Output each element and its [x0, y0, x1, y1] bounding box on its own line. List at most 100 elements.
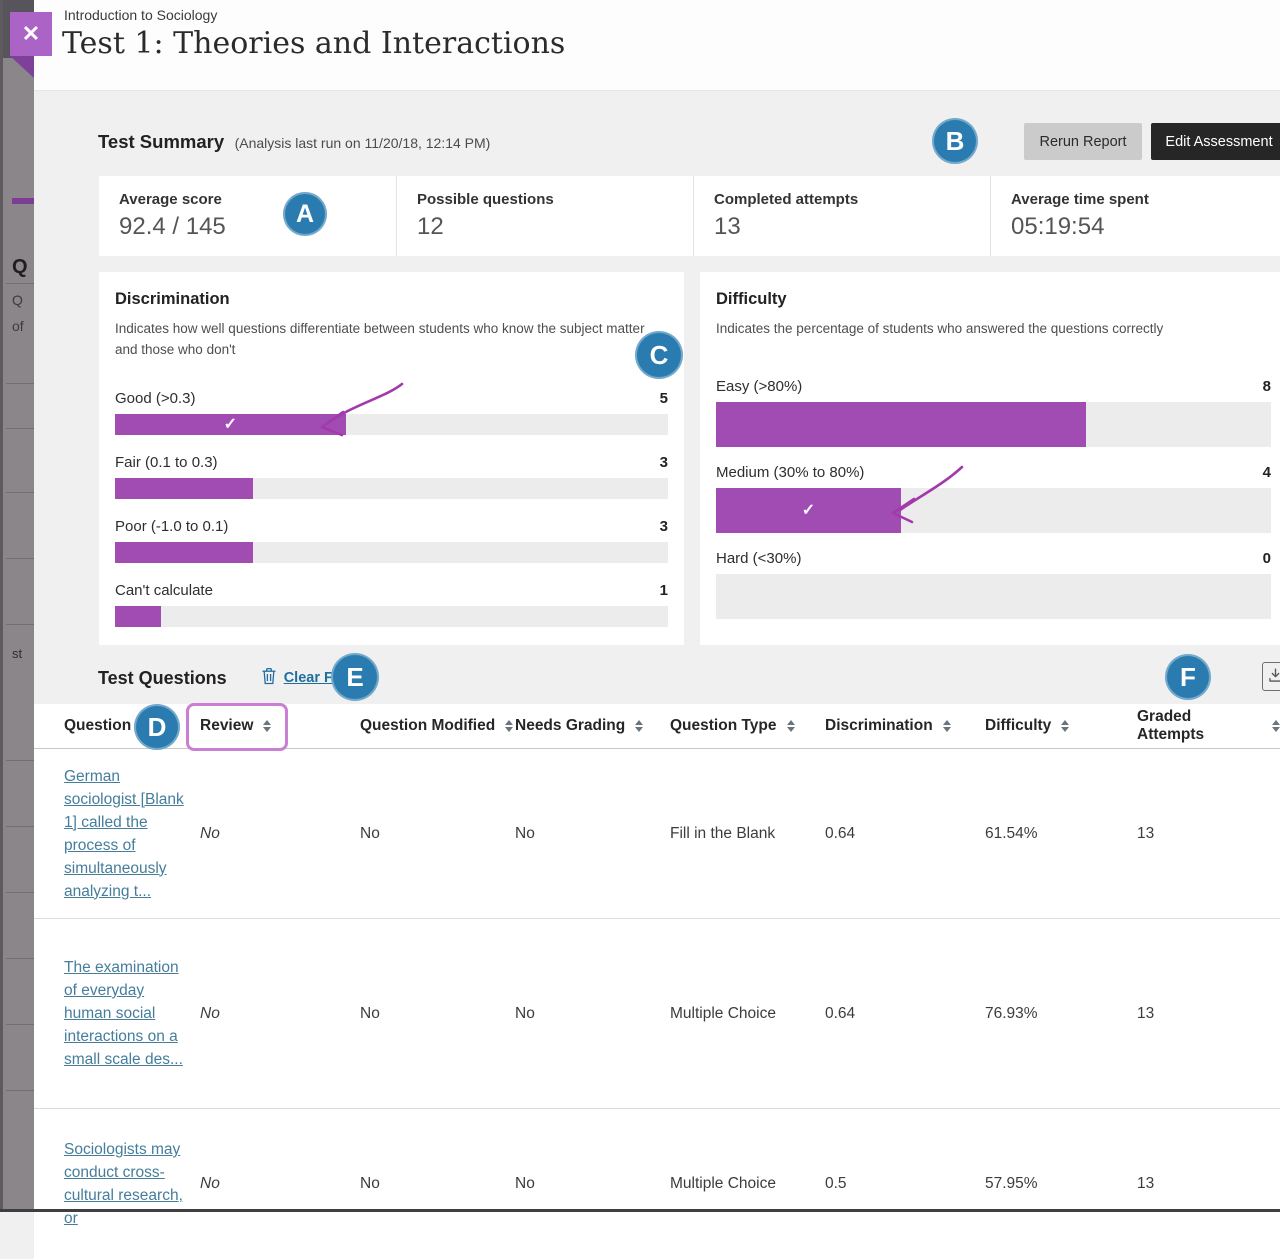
background-divider — [6, 826, 34, 827]
background-text-fragment: Q — [12, 292, 23, 308]
column-header-discrimination[interactable]: Discrimination — [825, 717, 985, 735]
bar-fill — [115, 606, 161, 627]
background-text-fragment: Q — [12, 256, 28, 279]
bar-good: Good (>0.3) 5 ✓ — [115, 390, 668, 435]
bar-count: 4 — [1263, 464, 1271, 481]
bar-label: Poor (-1.0 to 0.1) — [115, 518, 228, 535]
background-divider — [6, 624, 34, 625]
question-link[interactable]: The examination of everyday human social… — [64, 959, 183, 1068]
course-label: Introduction to Sociology — [64, 7, 217, 23]
stat-value: 92.4 / 145 — [119, 213, 396, 241]
sort-icon — [1061, 720, 1069, 732]
stat-value: 12 — [417, 213, 693, 241]
question-type-value: Multiple Choice — [670, 1005, 825, 1023]
bar-fair: Fair (0.1 to 0.3) 3 — [115, 454, 668, 499]
column-header-difficulty[interactable]: Difficulty — [985, 717, 1137, 735]
sort-icon — [505, 720, 513, 732]
stat-average-score: Average score 92.4 / 145 — [99, 176, 396, 256]
question-modified-value: No — [360, 1175, 515, 1193]
close-button[interactable]: ✕ — [10, 12, 52, 56]
question-type-value: Multiple Choice — [670, 1175, 825, 1193]
background-page-overlay: Q Q of st — [0, 0, 34, 1212]
background-divider — [6, 892, 34, 893]
test-summary-heading: Test Summary (Analysis last run on 11/20… — [98, 131, 490, 153]
background-text-fragment: st — [12, 646, 22, 661]
table-row: German sociologist [Blank 1] called the … — [34, 749, 1280, 919]
question-type-value: Fill in the Blank — [670, 825, 825, 843]
review-value: No — [200, 1175, 360, 1193]
review-value: No — [200, 825, 360, 843]
table-row: Sociologists may conduct cross-cultural … — [34, 1109, 1280, 1259]
bar-count: 3 — [660, 454, 668, 471]
download-report-button[interactable] — [1262, 662, 1280, 691]
bar-fill: ✓ — [115, 414, 346, 435]
bar-fill — [115, 478, 253, 499]
discrimination-value: 0.5 — [825, 1175, 985, 1193]
bar-track: ✓ — [716, 488, 1271, 533]
table-header-row: Question Review Question Modified Needs … — [34, 704, 1280, 749]
difficulty-title: Difficulty — [716, 290, 1271, 309]
sort-icon — [943, 720, 951, 732]
bar-count: 3 — [660, 518, 668, 535]
sort-icon — [1272, 720, 1280, 732]
sort-icon — [263, 720, 271, 732]
question-modified-value: No — [360, 825, 515, 843]
stat-label: Average time spent — [1011, 191, 1280, 208]
background-divider — [6, 492, 34, 493]
sort-icon — [787, 720, 795, 732]
column-header-needs-grading[interactable]: Needs Grading — [515, 717, 670, 735]
stat-label: Average score — [119, 191, 396, 208]
check-icon: ✓ — [802, 500, 815, 520]
annotation-badge-d: D — [134, 704, 180, 750]
table-row: The examination of everyday human social… — [34, 919, 1280, 1109]
bar-cant-calculate: Can't calculate 1 — [115, 582, 668, 627]
bar-fill — [716, 402, 1086, 447]
stat-value: 13 — [714, 213, 990, 241]
bar-label: Hard (<30%) — [716, 550, 801, 567]
annotation-badge-f: F — [1165, 654, 1211, 700]
annotation-badge-c: C — [635, 331, 683, 379]
background-divider — [6, 1024, 34, 1025]
stat-label: Completed attempts — [714, 191, 990, 208]
background-accent-bar — [12, 198, 34, 204]
page-title: Test 1: Theories and Interactions — [62, 26, 565, 61]
bar-hard: Hard (<30%) 0 — [716, 550, 1271, 619]
annotation-badge-e: E — [331, 653, 379, 701]
bar-count: 8 — [1263, 378, 1271, 395]
annotation-badge-b: B — [932, 118, 978, 164]
bar-count: 1 — [660, 582, 668, 599]
bar-label: Medium (30% to 80%) — [716, 464, 864, 481]
column-header-question-type[interactable]: Question Type — [670, 717, 825, 735]
bar-track: ✓ — [115, 414, 668, 435]
column-header-graded-attempts[interactable]: Graded Attempts — [1137, 708, 1280, 744]
edit-assessment-button[interactable]: Edit Assessment — [1151, 123, 1280, 160]
discrimination-value: 0.64 — [825, 1005, 985, 1023]
test-questions-heading: Test Questions — [98, 668, 227, 689]
bar-label: Can't calculate — [115, 582, 213, 599]
difficulty-card: Difficulty Indicates the percentage of s… — [700, 272, 1280, 645]
bar-fill: ✓ — [716, 488, 901, 533]
question-link[interactable]: Sociologists may conduct cross-cultural … — [64, 1141, 183, 1227]
stat-possible-questions: Possible questions 12 — [396, 176, 693, 256]
needs-grading-value: No — [515, 1005, 670, 1023]
column-header-question-modified[interactable]: Question Modified — [360, 717, 515, 735]
bar-poor: Poor (-1.0 to 0.1) 3 — [115, 518, 668, 563]
difficulty-description: Indicates the percentage of students who… — [716, 319, 1268, 340]
stat-average-time-spent: Average time spent 05:19:54 — [990, 176, 1280, 256]
test-summary-title: Test Summary — [98, 131, 224, 152]
bar-medium: Medium (30% to 80%) 4 ✓ — [716, 464, 1271, 533]
column-header-review[interactable]: Review — [200, 717, 360, 735]
background-divider — [6, 958, 34, 959]
background-divider — [6, 428, 34, 429]
assessment-analysis-panel: Introduction to Sociology Test 1: Theori… — [34, 0, 1280, 1212]
window-left-edge — [0, 0, 3, 1212]
download-icon — [1266, 666, 1280, 688]
stat-label: Possible questions — [417, 191, 693, 208]
question-link[interactable]: German sociologist [Blank 1] called the … — [64, 768, 184, 900]
rerun-report-button[interactable]: Rerun Report — [1024, 123, 1142, 160]
needs-grading-value: No — [515, 1175, 670, 1193]
analysis-last-run: (Analysis last run on 11/20/18, 12:14 PM… — [235, 135, 491, 151]
bar-fill — [115, 542, 253, 563]
difficulty-value: 57.95% — [985, 1175, 1137, 1193]
difficulty-value: 76.93% — [985, 1005, 1137, 1023]
